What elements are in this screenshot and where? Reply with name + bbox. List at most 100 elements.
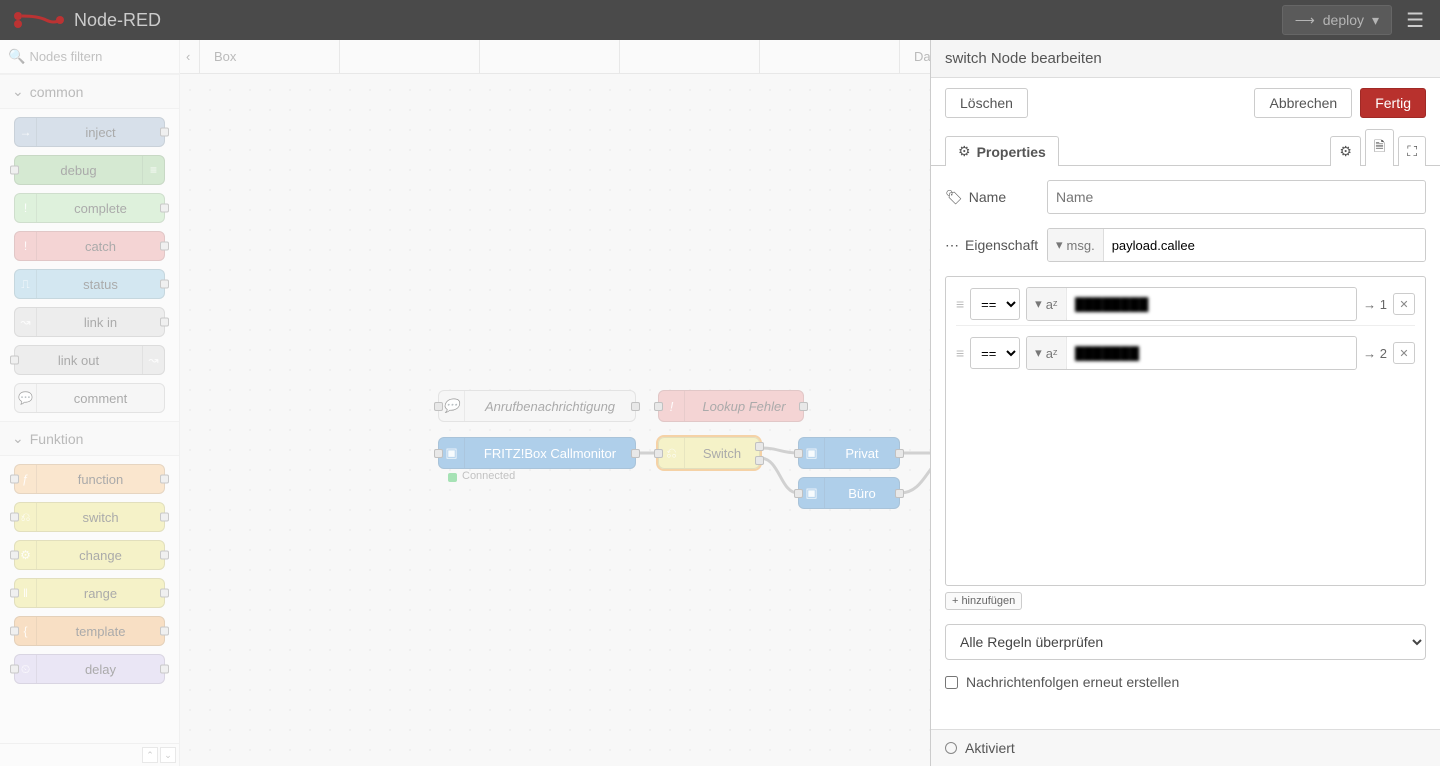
ellipsis-icon: ⋯ <box>945 237 959 254</box>
rule-row-1: ≡==▾aᶻ→ 1✕ <box>956 283 1415 326</box>
add-rule-button[interactable]: +hinzufügen <box>945 592 1022 610</box>
palette-node-complete[interactable]: !complete <box>14 193 165 223</box>
drag-handle-icon[interactable]: ≡ <box>956 296 964 312</box>
appearance-icon: ⛶ <box>1407 143 1417 160</box>
debug-icon: ≡ <box>142 156 164 184</box>
flow-node-switch[interactable]: ⎌Switch <box>658 437 760 469</box>
link out-icon: ↝ <box>142 346 164 374</box>
settings-tab[interactable]: ⚙ <box>1330 136 1361 166</box>
rules-container: ≡==▾aᶻ→ 1✕≡==▾aᶻ→ 2✕ <box>945 276 1426 586</box>
palette-search[interactable]: 🔍 <box>0 40 179 74</box>
palette-node-label: change <box>37 548 164 563</box>
palette-node-link-in[interactable]: ↝link in <box>14 307 165 337</box>
palette-category[interactable]: ⌄ common <box>0 74 179 109</box>
deploy-button[interactable]: ⟶ deploy ▾ <box>1282 5 1392 35</box>
palette-node-label: range <box>37 586 164 601</box>
delete-button[interactable]: Löschen <box>945 88 1028 118</box>
flow-tab-0[interactable]: Box <box>200 40 340 73</box>
tab-scroll-left[interactable]: ‹ <box>180 40 200 73</box>
chevron-down-icon: ⌄ <box>12 83 24 100</box>
palette-node-label: debug <box>15 163 142 178</box>
recreate-checkbox[interactable] <box>945 676 958 689</box>
flow-tab-4[interactable] <box>760 40 900 73</box>
drag-handle-icon[interactable]: ≡ <box>956 345 964 361</box>
menu-icon[interactable]: ☰ <box>1400 8 1430 33</box>
rule-value-input[interactable] <box>1067 288 1357 320</box>
tag-icon: 🏷 <box>945 189 963 206</box>
flow-node-lookup[interactable]: !Lookup Fehler <box>658 390 804 422</box>
flow-node-fritz[interactable]: ▣FRITZ!Box Callmonitor <box>438 437 636 469</box>
recreate-label: Nachrichtenfolgen erneut erstellen <box>966 674 1179 690</box>
name-input[interactable] <box>1047 180 1426 214</box>
rule-type-select[interactable]: ▾aᶻ <box>1027 337 1066 369</box>
category-label: common <box>30 84 84 100</box>
palette-node-function[interactable]: ƒfunction <box>14 464 165 494</box>
plus-icon: + <box>952 595 958 607</box>
flow-tab-2[interactable] <box>480 40 620 73</box>
rule-remove-button[interactable]: ✕ <box>1393 342 1415 364</box>
description-tab[interactable]: 🗎 <box>1365 129 1394 166</box>
edit-panel-footer: Aktiviert <box>931 729 1440 766</box>
category-label: Funktion <box>30 431 84 447</box>
palette-node-label: link out <box>15 353 142 368</box>
chevron-down-icon: ⌄ <box>12 430 24 447</box>
palette-node-label: link in <box>37 315 164 330</box>
flow-node-privat[interactable]: ▣Privat <box>798 437 900 469</box>
palette-node-inject[interactable]: →inject <box>14 117 165 147</box>
caret-down-icon: ▾ <box>1056 237 1063 253</box>
palette-node-range[interactable]: ‖range <box>14 578 165 608</box>
palette: 🔍 ⌄common→injectdebug≡!complete!catch⎍st… <box>0 40 180 766</box>
palette-node-label: complete <box>37 201 164 216</box>
properties-tab[interactable]: ⚙ Properties <box>945 136 1059 166</box>
recreate-checkbox-row[interactable]: Nachrichtenfolgen erneut erstellen <box>945 674 1426 690</box>
logo-icon <box>10 10 66 30</box>
gear-icon: ⚙ <box>958 143 971 160</box>
node-label: Privat <box>825 446 899 461</box>
active-radio[interactable] <box>945 742 957 754</box>
edit-panel: switch Node bearbeiten Löschen Abbrechen… <box>930 40 1440 766</box>
palette-collapse-down[interactable]: ⌄ <box>160 747 176 763</box>
palette-node-link-out[interactable]: link out↝ <box>14 345 165 375</box>
cancel-button[interactable]: Abbrechen <box>1254 88 1352 118</box>
palette-collapse-up[interactable]: ⌃ <box>142 747 158 763</box>
flow-node-notify[interactable]: 💬Anrufbenachrichtigung <box>438 390 636 422</box>
caret-down-icon: ▾ <box>1372 12 1379 29</box>
palette-node-label: delay <box>37 662 164 677</box>
deploy-label: deploy <box>1323 12 1364 28</box>
rule-operator-select[interactable]: == <box>970 337 1020 369</box>
flow-node-buro[interactable]: ▣Büro <box>798 477 900 509</box>
flow-tab-1[interactable] <box>340 40 480 73</box>
rule-type-select[interactable]: ▾aᶻ <box>1027 288 1066 320</box>
checkall-select[interactable]: Alle Regeln überprüfen <box>945 624 1426 660</box>
node-label: Anrufbenachrichtigung <box>465 399 635 414</box>
name-label: 🏷Name <box>945 189 1037 206</box>
palette-node-catch[interactable]: !catch <box>14 231 165 261</box>
property-input[interactable] <box>1104 229 1425 261</box>
rule-row-2: ≡==▾aᶻ→ 2✕ <box>956 332 1415 374</box>
palette-node-label: inject <box>37 125 164 140</box>
rule-remove-button[interactable]: ✕ <box>1393 293 1415 315</box>
node-label: FRITZ!Box Callmonitor <box>465 446 635 461</box>
palette-node-switch[interactable]: ⎌switch <box>14 502 165 532</box>
palette-node-label: status <box>37 277 164 292</box>
palette-node-template[interactable]: {template <box>14 616 165 646</box>
catch-icon: ! <box>15 232 37 260</box>
palette-node-delay[interactable]: ⏲delay <box>14 654 165 684</box>
palette-node-status[interactable]: ⎍status <box>14 269 165 299</box>
property-type-select[interactable]: ▾msg. <box>1048 229 1104 261</box>
inject-icon: → <box>15 118 37 146</box>
edit-panel-title: switch Node bearbeiten <box>931 40 1440 78</box>
rule-operator-select[interactable]: == <box>970 288 1020 320</box>
flow-tab-3[interactable] <box>620 40 760 73</box>
appearance-tab[interactable]: ⛶ <box>1398 136 1426 166</box>
palette-node-change[interactable]: ⚙change <box>14 540 165 570</box>
palette-node-label: comment <box>37 391 164 406</box>
done-button[interactable]: Fertig <box>1360 88 1426 118</box>
rule-value-input[interactable] <box>1067 337 1357 369</box>
palette-node-comment[interactable]: 💬comment <box>14 383 165 413</box>
active-label: Aktiviert <box>965 740 1015 756</box>
status-icon: ⎍ <box>15 270 37 298</box>
palette-node-debug[interactable]: debug≡ <box>14 155 165 185</box>
app-header: Node-RED ⟶ deploy ▾ ☰ <box>0 0 1440 40</box>
palette-category[interactable]: ⌄ Funktion <box>0 421 179 456</box>
